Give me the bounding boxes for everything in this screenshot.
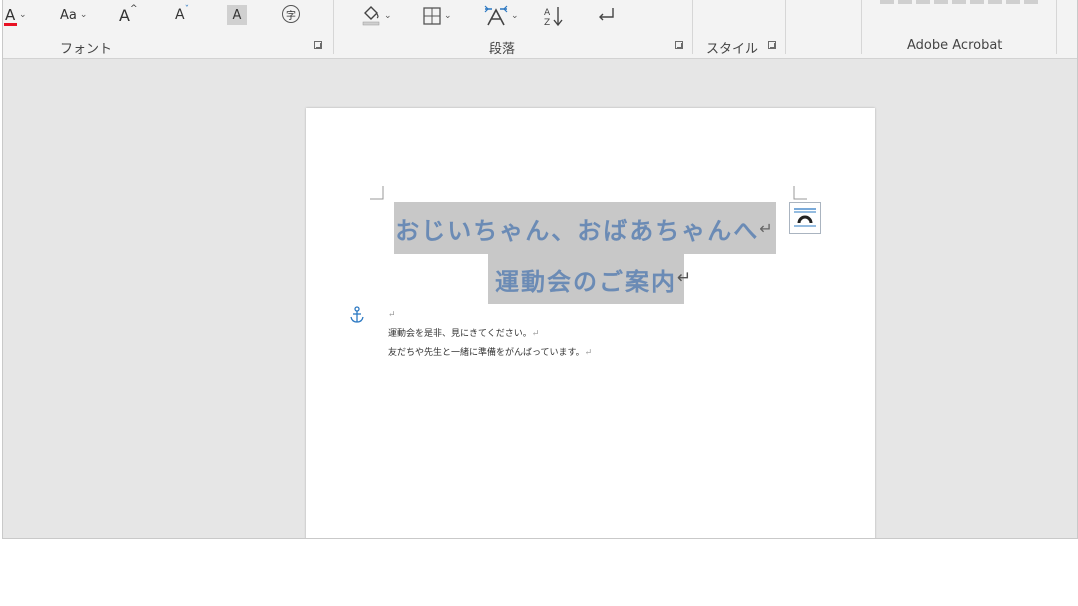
group-divider [1056,0,1057,54]
style-group-label: スタイル [706,42,759,57]
sort-az-icon: A Z [544,7,563,27]
chevron-down-icon[interactable]: ⌄ [384,11,392,21]
layout-options-button[interactable] [789,202,821,234]
return-mark: ↵ [759,218,775,238]
chevron-down-icon[interactable]: ⌄ [511,11,519,21]
acrobat-group-label: Adobe Acrobat [907,38,1003,53]
style-dialog-launcher-icon[interactable] [768,41,776,49]
asian-layout-button[interactable]: ⌄ [484,3,519,29]
chevron-down-icon[interactable]: ⌄ [19,10,27,20]
wordart-title-line-2[interactable]: 運動会のご案内 [488,254,684,304]
chevron-down-icon[interactable]: ⌄ [80,10,88,20]
margin-corner-mark [793,186,807,200]
paragraph-dialog-launcher-icon[interactable] [675,41,683,49]
font-group: A ⌄ Aa ⌄ A ^ Aˇ A 字 フォント [3,0,333,58]
margin-corner-mark [370,186,384,200]
asian-layout-icon [484,5,508,26]
body-text-line[interactable]: 友だちや先生と一緒に準備をがんばっています。↵ [388,345,592,358]
empty-paragraph-mark: ↵ [388,310,396,320]
style-group: スタイル [693,0,785,58]
enclose-char-button[interactable]: 字 [282,5,300,23]
body-text-line[interactable]: 運動会を是非、見にきてください。↵ [388,326,539,339]
font-group-label: フォント [60,42,113,57]
anchor-icon[interactable] [349,306,365,324]
return-mark: ↵ [677,268,692,288]
caret-up-icon: ^ [129,4,138,14]
sort-button[interactable]: A Z [543,3,565,29]
char-shading-button[interactable]: A [227,5,247,25]
show-formatting-icon [599,8,614,21]
caret-down-icon: ˇ [184,5,190,15]
paragraph-group-label: 段落 [489,42,516,57]
borders-grid-icon [423,7,441,25]
document-page[interactable]: おじいちゃん、おばあちゃんへ ↵ 運動会のご案内 ↵ ↵ 運動会を是非、見にきてく… [306,108,875,538]
shrink-font-button[interactable]: Aˇ [175,2,189,28]
wordart-title-line-1[interactable]: おじいちゃん、おばあちゃんへ ↵ [394,202,776,254]
paragraph-mark-button[interactable] [596,3,618,29]
borders-button[interactable]: ⌄ [423,3,452,29]
ribbon: A ⌄ Aa ⌄ A ^ Aˇ A 字 フォント ⌄ ⌄ ⌄ A Z 段落 スタ… [3,0,1077,59]
paint-bucket-icon [362,6,380,26]
return-mark: ↵ [584,348,593,358]
word-window: A ⌄ Aa ⌄ A ^ Aˇ A 字 フォント ⌄ ⌄ ⌄ A Z 段落 スタ… [2,0,1078,539]
truncated-button-row [880,0,1040,4]
font-color-button[interactable]: A ⌄ [4,2,27,28]
svg-text:Z: Z [544,18,550,27]
font-color-bar [4,23,17,26]
font-dialog-launcher-icon[interactable] [314,41,322,49]
acrobat-group: Adobe Acrobat [862,0,1056,58]
layout-options-icon [794,208,816,227]
svg-text:A: A [544,8,551,18]
shading-button[interactable]: ⌄ [361,3,392,29]
grow-font-button[interactable]: A ^ [119,2,138,28]
chevron-down-icon[interactable]: ⌄ [444,11,452,21]
change-case-button[interactable]: Aa ⌄ [60,2,87,28]
paragraph-group: ⌄ ⌄ ⌄ A Z 段落 [334,0,692,58]
group-divider [785,0,786,54]
return-mark: ↵ [531,329,540,339]
